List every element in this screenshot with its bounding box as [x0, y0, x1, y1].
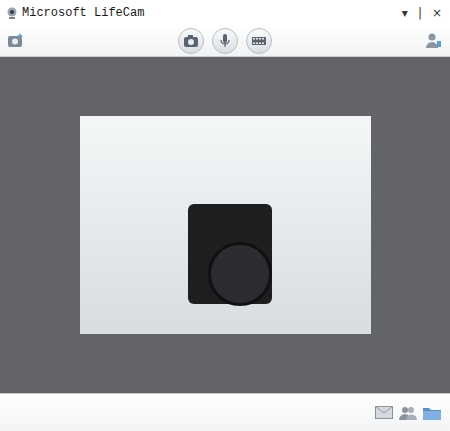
close-button[interactable]: × — [430, 5, 444, 21]
audio-button[interactable] — [212, 28, 238, 54]
share-button[interactable] — [398, 403, 418, 423]
bottom-bar — [0, 393, 450, 431]
microphone-icon — [220, 34, 230, 48]
toolbar — [0, 26, 450, 57]
folder-button[interactable] — [422, 403, 442, 423]
folder-icon — [423, 406, 441, 420]
video-button[interactable] — [246, 28, 272, 54]
user-icon[interactable] — [424, 31, 444, 51]
menu-button[interactable]: ▾ — [400, 5, 410, 21]
lens-shape — [208, 242, 272, 306]
photo-button[interactable] — [178, 28, 204, 54]
email-button[interactable] — [374, 403, 394, 423]
film-icon — [252, 36, 266, 46]
minimize-button[interactable]: | — [416, 5, 424, 21]
mail-icon — [375, 406, 393, 419]
title-bar: Microsoft LifeCam ▾ | × — [0, 0, 450, 26]
camera-preview — [80, 116, 371, 334]
effects-icon[interactable] — [6, 31, 26, 51]
preview-area — [0, 57, 450, 393]
window-controls: ▾ | × — [400, 5, 444, 21]
webcam-icon — [6, 7, 18, 19]
camera-icon — [184, 35, 198, 47]
window-title: Microsoft LifeCam — [22, 6, 396, 20]
people-icon — [399, 405, 417, 421]
